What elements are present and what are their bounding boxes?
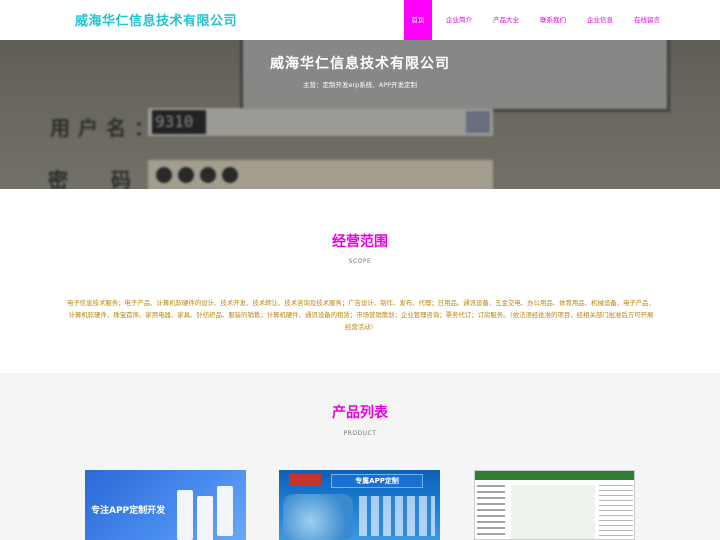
erp-main-panel-image: [511, 485, 595, 539]
phone-mockup-image: [197, 496, 213, 540]
scope-title: 经营范围: [332, 234, 388, 250]
product-card-app-development[interactable]: 专注APP定制开发: [85, 470, 246, 540]
nav-item-products[interactable]: 产品大全: [486, 0, 526, 40]
nav-item-about[interactable]: 企业简介: [439, 0, 479, 40]
products-title: 产品列表: [332, 405, 388, 421]
nav-item-home[interactable]: 首页: [404, 0, 432, 40]
phone-mockup-image: [177, 490, 193, 540]
hero-subtitle: 主营：定制开发erp系统、APP开发定制: [302, 81, 418, 89]
nav-item-message[interactable]: 在线留言: [627, 0, 667, 40]
hero-title: 威海华仁信息技术有限公司: [270, 56, 450, 72]
product-logo-badge: [289, 474, 321, 486]
erp-right-panel-image: [599, 485, 633, 539]
scope-description: 电子信息技术服务；电子产品、计算机软硬件的设计、技术开发、技术转让、技术咨询及技…: [67, 299, 655, 331]
nav-item-contact[interactable]: 联系我们: [533, 0, 573, 40]
hand-phone-image: [283, 494, 353, 540]
brand-logo-text[interactable]: 威海华仁信息技术有限公司: [75, 10, 237, 29]
scope-subtitle: SCOPE: [348, 258, 372, 265]
erp-side-menu-image: [477, 485, 505, 539]
phone-mockup-image: [217, 486, 233, 536]
product-card-erp-software[interactable]: [474, 470, 635, 540]
product-card-custom-app[interactable]: 专属APP定制: [279, 470, 440, 540]
site-header: 威海华仁信息技术有限公司 首页 企业简介 产品大全 联系我们 企业信息 在线留言: [0, 0, 720, 40]
products-subtitle: PRODUCT: [343, 430, 377, 437]
feature-icons-image: [359, 496, 435, 536]
product-card-caption: 专属APP定制: [331, 474, 423, 488]
erp-title-bar: [475, 471, 634, 480]
main-nav: 首页 企业简介 产品大全 联系我们 企业信息 在线留言: [404, 0, 674, 40]
nav-item-company-info[interactable]: 企业信息: [580, 0, 620, 40]
product-card-caption: 专注APP定制开发: [91, 506, 166, 516]
